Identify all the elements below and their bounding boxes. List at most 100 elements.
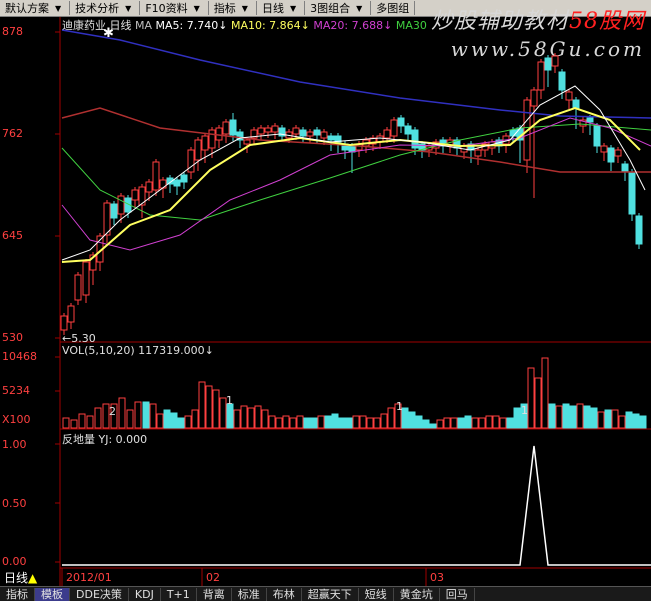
candle-body-49 (404, 125, 412, 135)
volume-bar-15 (177, 417, 185, 429)
volume-bar-81 (639, 415, 647, 429)
candle-body-3 (82, 261, 90, 296)
volume-bar-62 (506, 417, 514, 429)
volume-bar-3 (86, 415, 94, 429)
volume-bar-59 (485, 415, 493, 429)
high-price-marker: ✱ (103, 26, 114, 41)
volume-bar-14 (170, 412, 178, 429)
volume-bar-1 (70, 419, 78, 429)
candle-body-23 (222, 121, 230, 135)
volume-bar-17 (191, 409, 199, 429)
candle-body-8 (117, 195, 125, 215)
candle-body-73 (572, 99, 580, 109)
volume-axis-top: 10468 (2, 350, 37, 363)
bottom-tab-4[interactable]: T+1 (161, 587, 197, 601)
candle-body-46 (383, 129, 391, 139)
volume-bar-13 (163, 409, 171, 429)
volume-bar-32 (296, 415, 304, 429)
volume-bar-0 (62, 417, 70, 429)
kline-chart[interactable]: 2 1 1 1 (0, 0, 651, 601)
period-button[interactable]: 日线▲ (4, 569, 37, 586)
candle-body-70 (551, 55, 559, 67)
bottom-tab-2[interactable]: DDE决策 (70, 587, 129, 601)
volume-bar-40 (352, 415, 360, 429)
volume-bar-10 (142, 401, 150, 429)
bottom-tab-bar: 指标 模板 DDE决策 KDJ T+1 背离 标准 布林 超赢天下 短线 黄金坑 回马 (0, 586, 651, 601)
volume-bar-66 (534, 377, 542, 429)
volume-bar-79 (625, 411, 633, 429)
volume-bar-24 (240, 405, 248, 429)
candle-body-78 (607, 147, 615, 163)
candle-body-16 (173, 179, 181, 187)
volume-bar-53 (443, 417, 451, 429)
date-label-jan: 2012/01 (66, 571, 112, 584)
volume-bar-69 (555, 405, 563, 429)
bottom-tab-6[interactable]: 标准 (232, 587, 267, 601)
candle-body-20 (201, 135, 209, 151)
volume-bar-68 (548, 403, 556, 429)
candle-body-22 (215, 127, 223, 141)
volume-bar-78 (618, 415, 626, 429)
candle-body-81 (628, 171, 636, 215)
date-label-feb: 02 (206, 571, 220, 584)
indicator-name: 反地量 (62, 433, 95, 446)
volume-bar-2 (78, 413, 86, 429)
volume-bar-29 (275, 417, 283, 429)
volume-bar-26 (254, 405, 262, 429)
candle-body-79 (614, 149, 622, 157)
candle-body-12 (145, 181, 153, 193)
volume-bar-76 (604, 409, 612, 429)
bottom-tab-10[interactable]: 黄金坑 (394, 587, 440, 601)
volume-bar-4 (94, 407, 102, 429)
bottom-tab-1[interactable]: 模板 (35, 587, 70, 601)
volume-bar-51 (429, 423, 437, 429)
bottom-tab-0[interactable]: 指标 (0, 587, 35, 601)
candle-body-30 (271, 125, 279, 133)
volume-bar-50 (422, 419, 430, 429)
bottom-tab-7[interactable]: 布林 (267, 587, 302, 601)
candle-body-64 (509, 129, 517, 137)
volume-bar-71 (569, 405, 577, 429)
volume-bar-8 (126, 409, 134, 429)
volume-bar-49 (415, 415, 423, 429)
volume-bar-72 (576, 403, 584, 429)
volume-bar-80 (632, 413, 640, 429)
candle-body-77 (600, 145, 608, 153)
bottom-tab-11[interactable]: 回马 (440, 587, 475, 601)
volume-bar-41 (359, 415, 367, 429)
volume-bar-19 (205, 385, 213, 429)
candle-body-35 (306, 131, 314, 137)
ma5-line (61, 85, 646, 261)
ma20-value: MA20: 7.688↓ (313, 19, 393, 32)
candle-body-13 (152, 161, 160, 191)
bottom-tab-5[interactable]: 背离 (197, 587, 232, 601)
volume-bar-36 (324, 415, 332, 429)
candle-body-59 (474, 149, 482, 157)
volume-bar-12 (156, 413, 164, 429)
candle-body-10 (131, 189, 139, 201)
volume-bar-73 (583, 405, 591, 429)
volume-bar-35 (317, 415, 325, 429)
candle-body-36 (313, 129, 321, 136)
bottom-tab-8[interactable]: 超赢天下 (302, 587, 359, 601)
candle-body-24 (229, 119, 237, 136)
volume-bar-39 (345, 417, 353, 429)
candle-body-71 (558, 71, 566, 91)
ma30-value: MA30 (395, 19, 427, 32)
volume-bar-28 (268, 415, 276, 429)
volume-bar-77 (611, 409, 619, 429)
bottom-tab-9[interactable]: 短线 (359, 587, 394, 601)
volume-bar-61 (499, 417, 507, 429)
ma10-value: MA10: 7.864↓ (230, 19, 310, 32)
indicator-axis-top: 1.00 (2, 438, 27, 451)
axis-label-878: 878 (2, 25, 23, 38)
stock-name: 迪康药业 (62, 19, 106, 32)
candle-body-69 (544, 57, 552, 71)
bottom-tab-3[interactable]: KDJ (129, 587, 161, 601)
volume-bar-20 (212, 389, 220, 429)
volume-bar-57 (471, 417, 479, 429)
volume-marker-2: 1 (396, 400, 403, 413)
indicator-value: YJ: 0.000 (98, 433, 148, 446)
candle-body-2 (74, 274, 82, 301)
volume-bar-34 (310, 417, 318, 429)
